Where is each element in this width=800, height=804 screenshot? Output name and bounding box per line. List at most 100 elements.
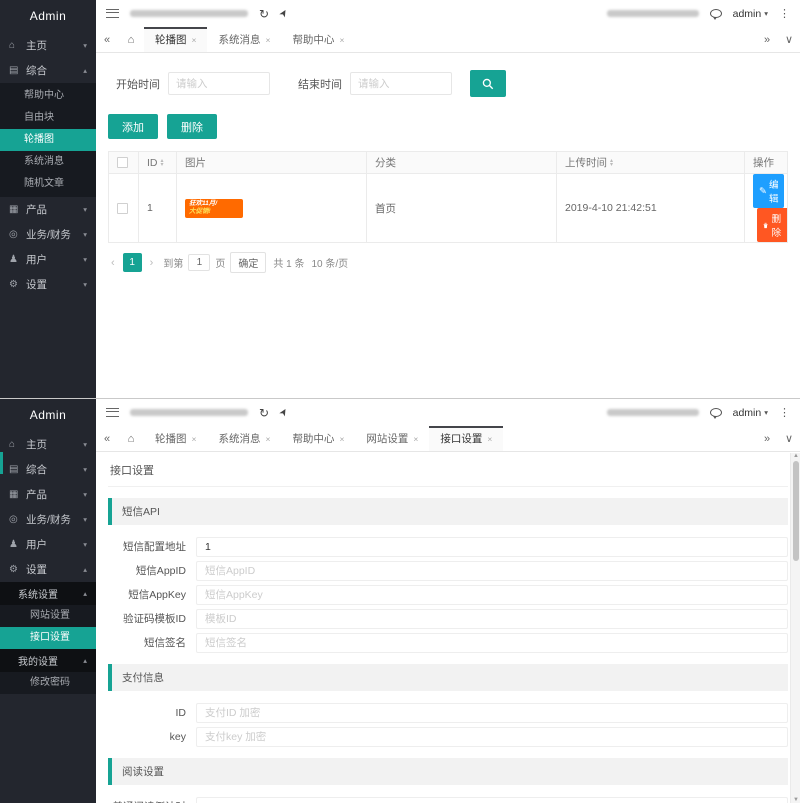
tab-help-center[interactable]: 帮助中心 ×	[281, 426, 355, 451]
vertical-scrollbar[interactable]: ▲ ▼	[790, 453, 800, 803]
search-button[interactable]	[470, 70, 506, 97]
sort-icon[interactable]: ▴▾	[610, 159, 613, 167]
sms-appkey-input[interactable]	[196, 585, 788, 605]
sidebar-item-home[interactable]: ⌂ 主页 ▾	[0, 432, 96, 457]
close-icon[interactable]: ×	[339, 434, 344, 444]
close-icon[interactable]: ×	[487, 434, 492, 444]
hamburger-icon[interactable]	[106, 9, 119, 18]
sms-template-id-input[interactable]	[196, 609, 788, 629]
close-icon[interactable]: ×	[265, 434, 270, 444]
row-delete-button[interactable]: 删除	[757, 208, 788, 242]
more-tabs-icon[interactable]: »	[756, 27, 778, 52]
delete-button[interactable]: 删除	[167, 114, 217, 139]
banner-thumbnail[interactable]: 狂欢11月/大促销!	[185, 199, 243, 218]
user-menu[interactable]: admin ▾	[733, 8, 768, 20]
scroll-down-icon[interactable]: ▼	[791, 797, 800, 803]
end-time-input[interactable]	[350, 72, 452, 95]
sidebar-item-api-settings[interactable]: 接口设置	[0, 627, 96, 649]
add-button[interactable]: 添加	[108, 114, 158, 139]
cursor-icon[interactable]: ➤	[277, 7, 291, 20]
tab-carousel[interactable]: 轮播图 ×	[144, 27, 207, 52]
start-time-input[interactable]	[168, 72, 270, 95]
tab-help-center[interactable]: 帮助中心 ×	[281, 27, 355, 52]
sort-icon[interactable]: ▴▾	[161, 159, 164, 167]
sidebar-item-carousel[interactable]: 轮播图	[0, 129, 96, 151]
sidebar-item-users[interactable]: ♟ 用户 ▾	[0, 532, 96, 557]
row-checkbox[interactable]	[117, 203, 128, 214]
refresh-icon[interactable]: ↻	[259, 8, 269, 20]
more-options-icon[interactable]: ⋮	[779, 406, 790, 419]
close-icon[interactable]: ×	[339, 35, 344, 45]
message-bubble-icon[interactable]	[710, 408, 722, 417]
sidebar-item-label: 业务/财务	[26, 227, 71, 242]
select-all-checkbox[interactable]	[117, 157, 128, 168]
next-page-icon[interactable]: ›	[147, 257, 157, 269]
field-label: 短信配置地址	[108, 537, 196, 555]
sidebar-item-articles[interactable]: 随机文章	[0, 173, 96, 195]
sidebar-item-settings[interactable]: ⚙ 设置 ▾	[0, 272, 96, 297]
sidebar-item-general[interactable]: ▤ 综合 ▾	[0, 457, 96, 482]
sms-appid-input[interactable]	[196, 561, 788, 581]
sidebar-item-business[interactable]: ◎ 业务/财务 ▾	[0, 222, 96, 247]
caret-up-icon: ▴	[83, 589, 87, 598]
more-tabs-icon[interactable]: »	[756, 426, 778, 451]
sidebar-item-business[interactable]: ◎ 业务/财务 ▾	[0, 507, 96, 532]
caret-up-icon: ▴	[83, 66, 87, 75]
tab-website-settings[interactable]: 网站设置 ×	[355, 426, 429, 451]
per-page-select[interactable]: 10 条/页	[311, 255, 348, 270]
tab-system-message[interactable]: 系统消息 ×	[207, 27, 281, 52]
sms-signature-input[interactable]	[196, 633, 788, 653]
home-tab-icon[interactable]: ⌂	[118, 27, 144, 52]
end-time-label: 结束时间	[298, 76, 342, 92]
scrollbar-thumb[interactable]	[793, 461, 799, 561]
tab-label: 帮助中心	[292, 32, 334, 47]
prev-page-icon[interactable]: ‹	[108, 257, 118, 269]
home-icon: ⌂	[9, 439, 23, 450]
tab-carousel[interactable]: 轮播图 ×	[144, 426, 207, 451]
sidebar-group-my-settings[interactable]: 我的设置 ▴	[0, 649, 96, 672]
sidebar-item-help-center[interactable]: 帮助中心	[0, 85, 96, 107]
close-icon[interactable]: ×	[192, 35, 197, 45]
cursor-icon[interactable]: ➤	[277, 406, 291, 419]
sidebar-item-free-block[interactable]: 自由块	[0, 107, 96, 129]
confirm-page-button[interactable]: 确定	[230, 252, 266, 273]
message-bubble-icon[interactable]	[710, 9, 722, 18]
sidebar-item-users[interactable]: ♟ 用户 ▾	[0, 247, 96, 272]
tab-operations-icon[interactable]: ∨	[778, 426, 800, 451]
tab-system-message[interactable]: 系统消息 ×	[207, 426, 281, 451]
caret-up-icon: ▴	[83, 565, 87, 574]
user-menu[interactable]: admin ▾	[733, 407, 768, 419]
collapse-tabs-icon[interactable]: «	[96, 426, 118, 451]
sidebar-group-system-settings[interactable]: 系统设置 ▴	[0, 582, 96, 605]
cell-upload-time: 2019-4-10 21:42:51	[557, 174, 745, 243]
tab-label: 系统消息	[218, 32, 260, 47]
payment-key-input[interactable]	[196, 727, 788, 747]
sidebar-item-website-settings[interactable]: 网站设置	[0, 605, 96, 627]
tab-api-settings[interactable]: 接口设置 ×	[429, 426, 503, 451]
scroll-up-icon[interactable]: ▲	[791, 453, 800, 459]
sidebar-item-settings[interactable]: ⚙ 设置 ▴	[0, 557, 96, 582]
jump-page-input[interactable]	[188, 254, 210, 271]
sidebar-item-products[interactable]: ▦ 产品 ▾	[0, 197, 96, 222]
sidebar-item-products[interactable]: ▦ 产品 ▾	[0, 482, 96, 507]
current-page[interactable]: 1	[123, 253, 142, 272]
payment-id-input[interactable]	[196, 703, 788, 723]
sidebar-item-home[interactable]: ⌂ 主页 ▾	[0, 33, 96, 58]
more-options-icon[interactable]: ⋮	[779, 7, 790, 20]
close-icon[interactable]: ×	[192, 434, 197, 444]
close-icon[interactable]: ×	[413, 434, 418, 444]
collapse-tabs-icon[interactable]: «	[96, 27, 118, 52]
sidebar-item-label: 产品	[26, 487, 47, 502]
sidebar-item-system-message[interactable]: 系统消息	[0, 151, 96, 173]
tab-operations-icon[interactable]: ∨	[778, 27, 800, 52]
refresh-icon[interactable]: ↻	[259, 407, 269, 419]
home-tab-icon[interactable]: ⌂	[118, 426, 144, 451]
sidebar-item-change-password[interactable]: 修改密码	[0, 672, 96, 694]
edit-button[interactable]: ✎编辑	[753, 174, 784, 208]
start-time-label: 开始时间	[116, 76, 160, 92]
close-icon[interactable]: ×	[265, 35, 270, 45]
sidebar-item-general[interactable]: ▤ 综合 ▴	[0, 58, 96, 83]
sms-config-url-input[interactable]	[196, 537, 788, 557]
normal-reading-countdown-input[interactable]	[196, 797, 788, 803]
hamburger-icon[interactable]	[106, 408, 119, 417]
